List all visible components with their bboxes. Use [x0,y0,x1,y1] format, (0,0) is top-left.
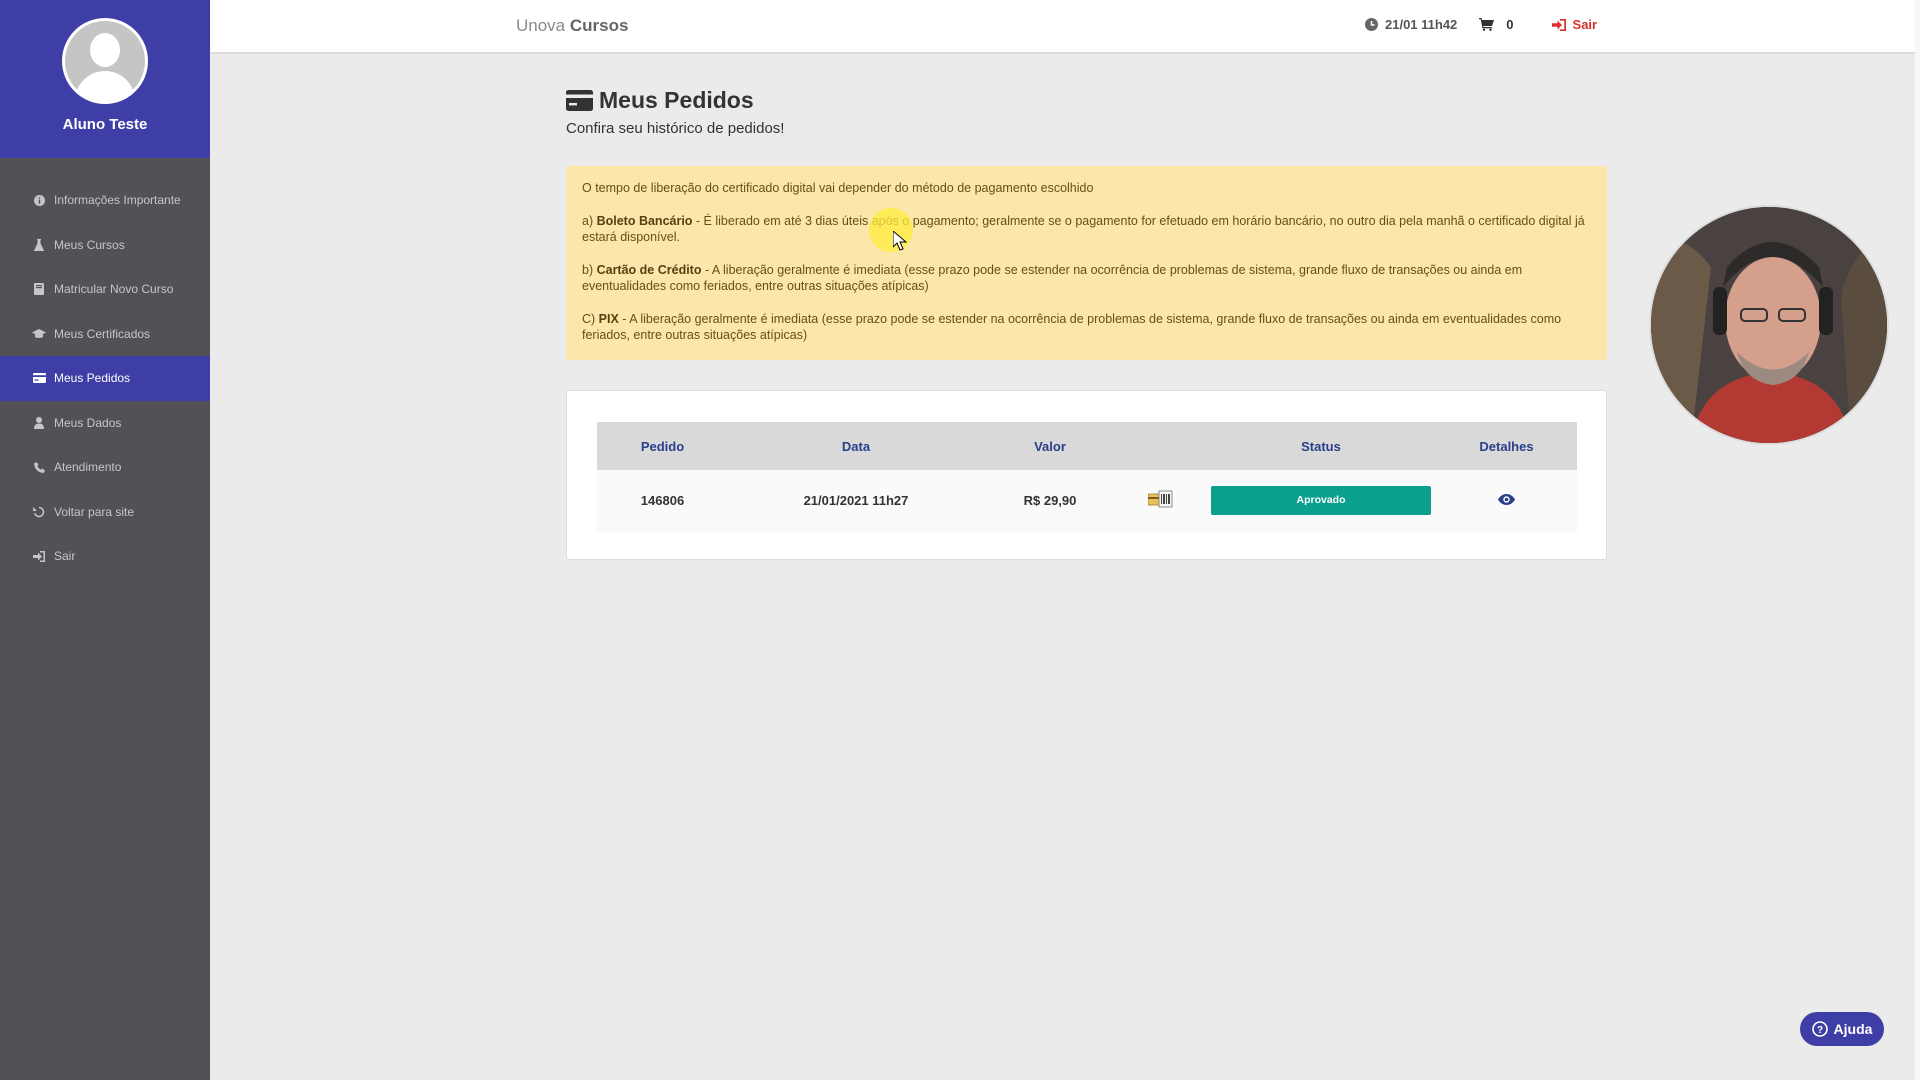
sidebar-item-label: Informações Importante [54,193,181,208]
column-header-status: Status [1301,438,1341,454]
status-badge: Aprovado [1211,485,1431,515]
page-title: Meus Pedidos [566,87,784,114]
sidebar-item-label: Meus Cursos [54,237,125,252]
question-circle-icon: ? [1811,1021,1828,1037]
datetime-display: 21/01 11h42 [1365,17,1457,32]
eye-icon [1498,493,1515,508]
info-icon [30,194,48,206]
flask-icon [30,238,48,251]
sidebar-item-sair[interactable]: Sair [0,534,210,579]
sidebar-item-meus-dados[interactable]: Meus Dados [0,401,210,446]
status-cell: Aprovado [1206,485,1436,515]
column-header-detalhes: Detalhes [1479,438,1534,454]
window-edge [1915,0,1920,1080]
page-header: Meus Pedidos Confira seu histórico de pe… [566,87,784,137]
sidebar-item-informacoes[interactable]: Informações Importante [0,178,210,223]
table-header: Pedido Data Valor Status Detalhes [597,422,1577,470]
cart-button[interactable]: 0 [1479,17,1514,32]
credit-card-icon [30,373,48,384]
mouse-cursor-icon [893,231,907,251]
notice-intro: O tempo de liberação do certificado digi… [582,181,1094,195]
phone-icon [30,461,48,473]
svg-text:?: ? [1816,1025,1822,1036]
sidebar-item-matricular[interactable]: Matricular Novo Curso [0,267,210,312]
payment-notice: O tempo de liberação do certificado digi… [566,166,1607,360]
orders-table: Pedido Data Valor Status Detalhes 146806… [597,422,1577,530]
sidebar-item-certificados[interactable]: Meus Certificados [0,312,210,357]
sidebar: Aluno Teste Informações Importante Meus … [0,0,210,1080]
help-label: Ajuda [1833,1021,1873,1037]
top-right-group: 21/01 11h42 0 Sair [1365,17,1619,32]
payment-method-cell [1116,489,1206,512]
credit-card-icon [566,90,593,111]
cart-icon [1479,18,1495,31]
orders-card: Pedido Data Valor Status Detalhes 146806… [566,390,1607,560]
column-header-pedido: Pedido [640,438,685,454]
user-name: Aluno Teste [62,116,148,133]
order-date: 21/01/2021 11h27 [803,492,909,508]
sidebar-item-label: Meus Dados [54,415,122,430]
column-header-data: Data [841,438,871,454]
sidebar-item-label: Sair [54,549,76,564]
boleto-icon [1147,490,1174,512]
table-row: 146806 21/01/2021 11h27 R$ 29,90 Aprovad… [597,470,1577,530]
sidebar-item-label: Atendimento [54,460,122,475]
sidebar-nav: Informações Importante Meus Cursos Matri… [0,178,210,579]
sidebar-item-label: Meus Pedidos [54,371,131,386]
sidebar-item-voltar[interactable]: Voltar para site [0,490,210,535]
brand-bold-text: Cursos [569,16,629,35]
sidebar-item-atendimento[interactable]: Atendimento [0,445,210,490]
sidebar-item-label: Matricular Novo Curso [54,282,174,297]
logout-label: Sair [1572,17,1598,32]
sidebar-item-label: Voltar para site [54,504,135,519]
profile-panel: Aluno Teste [0,0,210,158]
notice-item-pix: C) PIX - A liberação geralmente é imedia… [582,312,1562,342]
graduation-cap-icon [30,328,48,339]
avatar[interactable] [62,18,148,104]
sign-out-icon [1551,18,1566,31]
cart-count: 0 [1506,17,1514,32]
column-header-valor: Valor [1034,438,1066,454]
help-button[interactable]: ? Ajuda [1800,1012,1884,1046]
logout-button[interactable]: Sair [1551,17,1598,32]
page-subtitle: Confira seu histórico de pedidos! [566,120,785,137]
webcam-person-image [1651,207,1887,443]
sidebar-item-label: Meus Certificados [54,326,151,341]
user-icon [30,416,48,429]
top-bar: Unova Cursos 21/01 11h42 0 Sair [210,0,1915,52]
order-value: R$ 29,90 [1023,492,1077,508]
sign-in-icon [30,550,48,562]
page-title-text: Meus Pedidos [599,87,754,113]
datetime-text: 21/01 11h42 [1385,17,1458,32]
webcam-overlay [1651,207,1887,443]
clock-icon [1365,18,1378,31]
order-number: 146806 [640,492,685,508]
sidebar-item-meus-cursos[interactable]: Meus Cursos [0,223,210,268]
brand-logo[interactable]: Unova Cursos [516,16,628,36]
book-icon [30,283,48,296]
notice-item-boleto: a) Boleto Bancário - É liberado em até 3… [582,214,1585,244]
brand-light-text: Unova [516,16,566,35]
details-button[interactable] [1436,493,1577,508]
notice-item-cartao: b) Cartão de Crédito - A liberação geral… [582,263,1523,293]
undo-icon [30,506,48,518]
sidebar-item-meus-pedidos[interactable]: Meus Pedidos [0,356,210,401]
